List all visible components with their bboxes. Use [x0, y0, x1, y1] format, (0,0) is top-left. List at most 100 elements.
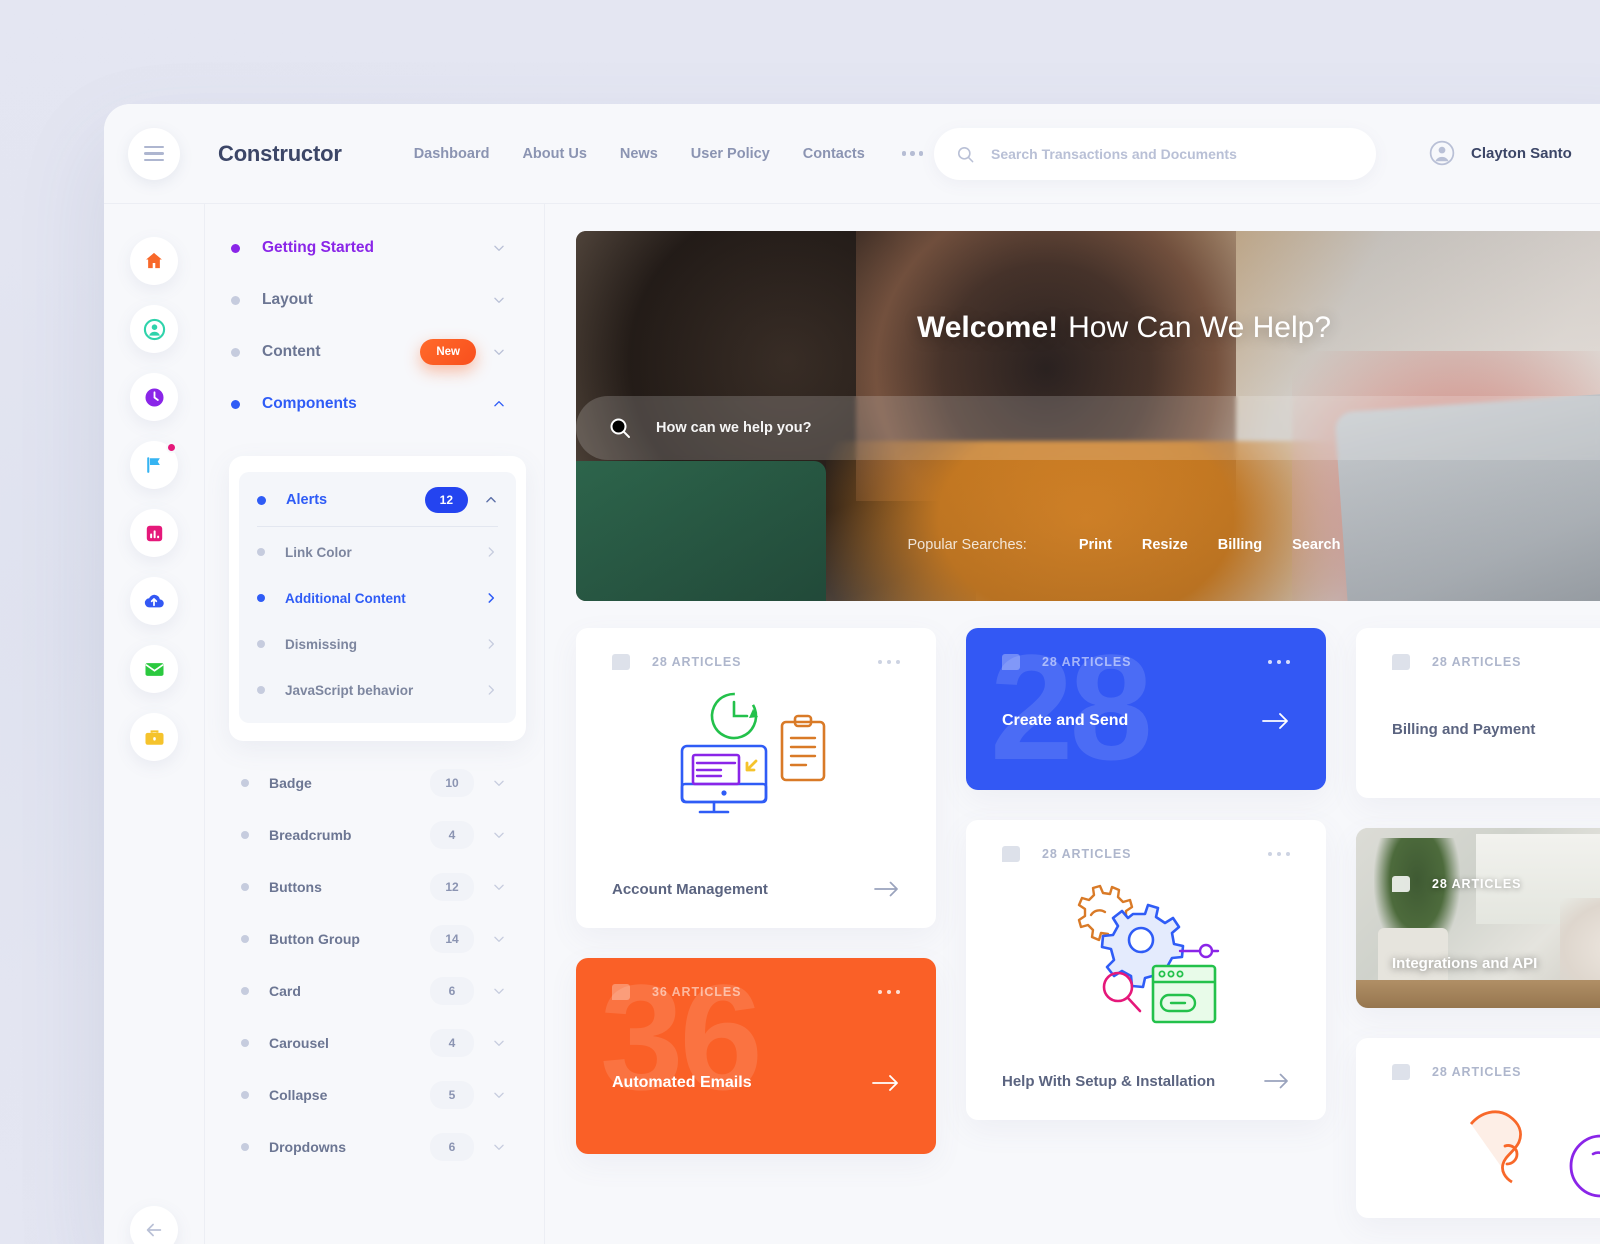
hero-banner: Welcome! How Can We Help? Popular Searche…: [576, 231, 1600, 601]
rail-item-flags[interactable]: [130, 441, 178, 489]
rail-item-reports[interactable]: [130, 509, 178, 557]
sidebar-section-layout[interactable]: Layout: [205, 274, 544, 326]
card-create-and-send[interactable]: 28 28 ARTICLES Create and Send: [966, 628, 1326, 790]
arrow-right-icon[interactable]: [874, 880, 900, 898]
sidebar-section-getting-started[interactable]: Getting Started: [205, 222, 544, 274]
component-item-collapse[interactable]: Collapse 5: [205, 1069, 544, 1121]
alerts-item-label: Dismissing: [285, 636, 358, 652]
chevron-down-icon[interactable]: [492, 293, 506, 307]
chevron-down-icon[interactable]: [492, 776, 506, 790]
alerts-header[interactable]: Alerts 12: [239, 476, 516, 524]
component-label: Carousel: [269, 1035, 329, 1051]
chevron-down-icon[interactable]: [492, 828, 506, 842]
rail-item-home[interactable]: [130, 237, 178, 285]
hero-search-input[interactable]: [656, 420, 1588, 436]
card-menu-icon[interactable]: [1267, 851, 1290, 857]
comment-bubble-icon: [612, 654, 630, 670]
rail-item-upload[interactable]: [130, 577, 178, 625]
nav-item-contacts[interactable]: Contacts: [803, 146, 865, 162]
new-badge: New: [420, 339, 476, 365]
chevron-right-icon: [488, 639, 494, 649]
arrow-right-icon[interactable]: [1262, 712, 1290, 730]
bullet-icon: [231, 347, 240, 357]
chevron-down-icon[interactable]: [492, 1140, 506, 1154]
monitor-clock-clipboard-icon: [612, 670, 900, 860]
chevron-down-icon[interactable]: [492, 984, 506, 998]
hero-search[interactable]: [576, 396, 1600, 460]
bullet-icon: [241, 1143, 249, 1151]
nav-item-dashboard[interactable]: Dashboard: [414, 146, 490, 162]
alerts-item-dismissing[interactable]: Dismissing: [239, 621, 516, 667]
user-menu[interactable]: Clayton Santo: [1429, 140, 1572, 166]
nav-item-news[interactable]: News: [620, 146, 658, 162]
rail-item-briefcase[interactable]: [130, 713, 178, 761]
sidebar-section-components[interactable]: Components: [205, 378, 544, 430]
card-article-count: 28 ARTICLES: [1432, 655, 1522, 669]
component-item-breadcrumb[interactable]: Breadcrumb 4: [205, 809, 544, 861]
rail-item-mail[interactable]: [130, 645, 178, 693]
arrow-right-icon[interactable]: [1264, 1072, 1290, 1090]
card-account-management[interactable]: 28 ARTICLES Account Management: [576, 628, 936, 928]
alerts-item-javascript-behavior[interactable]: JavaScript behavior: [239, 667, 516, 713]
bullet-icon: [257, 640, 265, 648]
component-item-buttons[interactable]: Buttons 12: [205, 861, 544, 913]
alerts-panel: Alerts 12 Link Color Additional Content: [229, 456, 526, 741]
card-automated-emails[interactable]: 36 36 ARTICLES Automated Emails: [576, 958, 936, 1154]
rail-item-profile[interactable]: [130, 305, 178, 353]
component-label: Button Group: [269, 931, 360, 947]
sidebar-section-content[interactable]: Content New: [205, 326, 544, 378]
rail-item-history[interactable]: [130, 373, 178, 421]
chevron-down-icon[interactable]: [492, 1088, 506, 1102]
component-label: Dropdowns: [269, 1139, 346, 1155]
bullet-icon: [257, 548, 265, 556]
card-extra[interactable]: 28 ARTICLES: [1356, 1038, 1600, 1218]
nav-more-icon[interactable]: [898, 151, 928, 156]
sidebar-section-label: Getting Started: [262, 239, 374, 256]
search-icon: [957, 146, 974, 162]
popular-search-resize[interactable]: Resize: [1142, 537, 1188, 553]
comment-bubble-icon: [1392, 1064, 1410, 1080]
chevron-down-icon[interactable]: [492, 1036, 506, 1050]
chevron-down-icon[interactable]: [492, 880, 506, 894]
card-article-count: 28 ARTICLES: [1042, 847, 1132, 861]
chevron-down-icon[interactable]: [492, 932, 506, 946]
bullet-icon: [231, 243, 240, 253]
global-search[interactable]: [934, 128, 1376, 180]
chevron-up-icon[interactable]: [484, 493, 498, 507]
component-item-dropdowns[interactable]: Dropdowns 6: [205, 1121, 544, 1173]
chevron-down-icon[interactable]: [492, 345, 506, 359]
nav-item-user-policy[interactable]: User Policy: [691, 146, 770, 162]
alerts-item-additional-content[interactable]: Additional Content: [239, 575, 516, 621]
card-billing-and-payment[interactable]: 28 ARTICLES Billing and Payment: [1356, 628, 1600, 798]
popular-search-print[interactable]: Print: [1079, 537, 1112, 553]
component-label: Card: [269, 983, 301, 999]
component-item-button-group[interactable]: Button Group 14: [205, 913, 544, 965]
rail-back-button[interactable]: [130, 1206, 178, 1244]
card-title: Billing and Payment: [1392, 720, 1536, 738]
component-count: 4: [430, 1029, 474, 1057]
chevron-down-icon[interactable]: [492, 241, 506, 255]
bullet-icon: [241, 987, 249, 995]
card-menu-icon[interactable]: [877, 989, 900, 995]
card-title: Help With Setup & Installation: [1002, 1072, 1216, 1090]
comment-bubble-icon: [1392, 876, 1410, 892]
bullet-icon: [241, 1091, 249, 1099]
card-menu-icon[interactable]: [877, 659, 900, 665]
card-menu-icon[interactable]: [1267, 659, 1290, 665]
popular-search-billing[interactable]: Billing: [1218, 537, 1262, 553]
nav-item-about-us[interactable]: About Us: [522, 146, 586, 162]
search-input[interactable]: [991, 146, 1354, 162]
card-integrations-and-api[interactable]: 28 ARTICLES Integrations and API: [1356, 828, 1600, 1008]
app-window: Constructor Dashboard About Us News User…: [104, 104, 1600, 1244]
chevron-right-icon: [488, 547, 494, 557]
popular-search-search[interactable]: Search: [1292, 537, 1340, 553]
alerts-item-link-color[interactable]: Link Color: [239, 529, 516, 575]
component-item-carousel[interactable]: Carousel 4: [205, 1017, 544, 1069]
hamburger-menu-button[interactable]: [128, 127, 180, 180]
arrow-right-icon[interactable]: [872, 1074, 900, 1092]
chevron-up-icon[interactable]: [492, 397, 506, 411]
card-help-with-setup[interactable]: 28 ARTICLES Help With Setup & Installati…: [966, 820, 1326, 1120]
component-item-badge[interactable]: Badge 10: [205, 757, 544, 809]
alerts-panel-inner: Alerts 12 Link Color Additional Content: [239, 472, 516, 723]
component-item-card[interactable]: Card 6: [205, 965, 544, 1017]
